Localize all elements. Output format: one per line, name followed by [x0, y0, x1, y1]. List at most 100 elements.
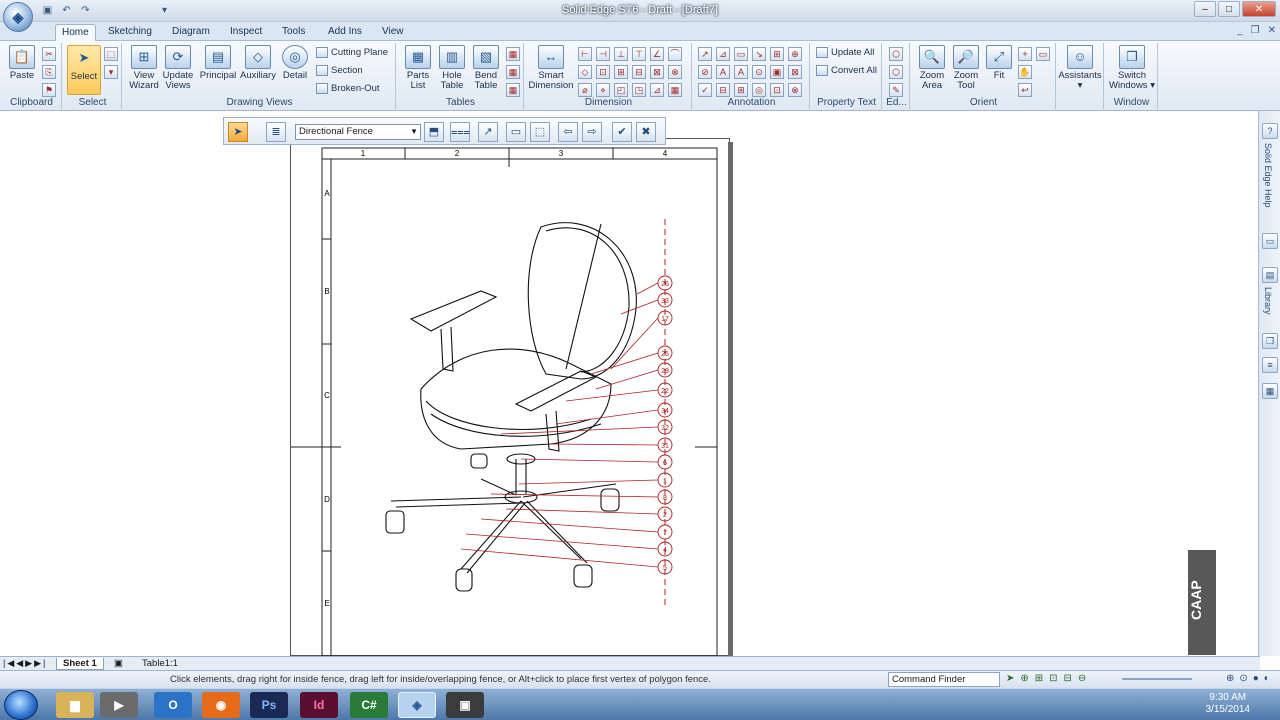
tab-tools[interactable]: Tools	[276, 24, 311, 41]
media-player-icon[interactable]: ▶	[100, 692, 138, 718]
mdi-restore-icon[interactable]: ❐	[1251, 25, 1260, 36]
assistants-button[interactable]: ☺ Assistants ▾	[1058, 45, 1102, 91]
accept-icon[interactable]: ✔	[612, 122, 632, 142]
sheet-nav-arrows-icon[interactable]: |◀◀▶▶|	[3, 658, 47, 669]
pick-icon[interactable]: ↗	[478, 122, 498, 142]
annotation-tool-icon[interactable]: ⊞	[734, 83, 748, 97]
dimension-tool-icon[interactable]: ⊡	[596, 65, 610, 79]
tab-view[interactable]: View	[376, 24, 410, 41]
sheet-tab[interactable]: Sheet 1	[56, 658, 104, 670]
zoom-in-icon[interactable]: +	[1018, 47, 1032, 61]
cancel-icon[interactable]: ✖	[636, 122, 656, 142]
sheet-tab[interactable]: Table1:1	[136, 658, 184, 670]
annotation-tool-icon[interactable]: ⊘	[698, 65, 712, 79]
layers-icon[interactable]: ❐	[1262, 333, 1278, 349]
tab-sketching[interactable]: Sketching	[102, 24, 158, 41]
dimension-tool-icon[interactable]: ⊢	[578, 47, 592, 61]
dimension-tool-icon[interactable]: ◰	[614, 83, 628, 97]
tab-inspect[interactable]: Inspect	[224, 24, 268, 41]
copy-icon[interactable]: ⎘	[42, 65, 56, 79]
view-tools-icons[interactable]: ➤⊕⊞⊡⊟⊖	[1006, 673, 1092, 684]
annotation-tool-icon[interactable]: ▭	[734, 47, 748, 61]
annotation-tool-icon[interactable]: ⊡	[770, 83, 784, 97]
annotation-tool-icon[interactable]: ⊕	[788, 47, 802, 61]
status-tools-icons[interactable]: ⊕⊙●◐	[1226, 673, 1275, 684]
dimension-tool-icon[interactable]: ⌀	[578, 83, 592, 97]
broken-out-button[interactable]: Broken-Out	[316, 82, 380, 96]
outlook-icon[interactable]: O	[154, 692, 192, 718]
smart-dimension-button[interactable]: ↔ Smart Dimension	[528, 45, 574, 91]
help-panel-label[interactable]: Solid Edge Help	[1263, 143, 1273, 208]
cutting-plane-button[interactable]: Cutting Plane	[316, 46, 388, 60]
hole-table-button[interactable]: ▥ Hole Table	[434, 45, 470, 91]
fit-button[interactable]: ⤢ Fit	[984, 45, 1014, 81]
zoom-slider[interactable]	[1122, 678, 1192, 680]
dimension-tool-icon[interactable]: ▦	[668, 83, 682, 97]
table-icon[interactable]: ▦	[506, 47, 520, 61]
application-button[interactable]: ◈	[3, 2, 33, 32]
features-icon[interactable]: ▦	[1262, 383, 1278, 399]
dimension-tool-icon[interactable]: ⋄	[596, 83, 610, 97]
maximize-button[interactable]: □	[1218, 1, 1240, 17]
paste-button[interactable]: 📋 Paste	[6, 45, 38, 81]
dimension-tool-icon[interactable]: ◳	[632, 83, 646, 97]
cut-icon[interactable]: ✂	[42, 47, 56, 61]
format-painter-icon[interactable]: ⚑	[42, 83, 56, 97]
annotation-tool-icon[interactable]: ↘	[752, 47, 766, 61]
help-icon[interactable]: ?	[1262, 123, 1278, 139]
annotation-tool-icon[interactable]: ▣	[770, 65, 784, 79]
dimension-tool-icon[interactable]: ⊗	[668, 65, 682, 79]
library-panel-label[interactable]: Library	[1263, 287, 1273, 315]
tab-add-ins[interactable]: Add Ins	[322, 24, 368, 41]
cube-icon[interactable]: ⬡	[889, 47, 903, 61]
edit-icon[interactable]: ✎	[889, 83, 903, 97]
parts-list-button[interactable]: ▦ Parts List	[400, 45, 436, 91]
convert-all-button[interactable]: Convert All	[816, 64, 877, 78]
rectangle-fence-icon[interactable]: ▭	[506, 122, 526, 142]
principal-button[interactable]: ▤ Principal	[198, 45, 238, 81]
dimension-tool-icon[interactable]: ⊠	[650, 65, 664, 79]
switch-windows-button[interactable]: ❐ Switch Windows ▾	[1108, 45, 1156, 91]
fence-overlap-icon[interactable]: ⬚	[530, 122, 550, 142]
dimension-tool-icon[interactable]: ⊥	[614, 47, 628, 61]
cube-icon[interactable]: ⬡	[889, 65, 903, 79]
system-clock[interactable]: 9:30 AM 3/15/2014	[1206, 692, 1251, 716]
minimize-button[interactable]: –	[1194, 1, 1216, 17]
update-views-button[interactable]: ⟳ Update Views	[160, 45, 196, 91]
options-icon[interactable]: ≣	[266, 122, 286, 142]
window-icon[interactable]: ▭	[1036, 47, 1050, 61]
panel-icon[interactable]: ▭	[1262, 233, 1278, 249]
sheet-tab-icon[interactable]: ▣	[108, 658, 129, 670]
dimension-tool-icon[interactable]: ◇	[578, 65, 592, 79]
app-icon[interactable]: ▣	[446, 692, 484, 718]
photoshop-icon[interactable]: Ps	[250, 692, 288, 718]
previous-view-icon[interactable]: ↩	[1018, 83, 1032, 97]
table-icon[interactable]: ▦	[506, 65, 520, 79]
annotation-tool-icon[interactable]: ⊠	[788, 65, 802, 79]
solid-edge-icon[interactable]: ◈	[398, 692, 436, 718]
annotation-tool-icon[interactable]: ◎	[752, 83, 766, 97]
close-button[interactable]: ✕	[1242, 1, 1276, 17]
drawing-sheet[interactable]: 1 2 3 4 A B C D E 32 31 8 2 5	[290, 138, 730, 657]
dimension-tool-icon[interactable]: ⊟	[632, 65, 646, 79]
explorer-icon[interactable]: ▆	[56, 692, 94, 718]
mdi-minimize-icon[interactable]: _	[1237, 25, 1243, 36]
select-options-icon[interactable]: ⬚	[104, 47, 118, 61]
next-icon[interactable]: ⇨	[582, 122, 602, 142]
tab-home[interactable]: Home	[55, 24, 96, 41]
firefox-icon[interactable]: ◉	[202, 692, 240, 718]
start-button[interactable]	[4, 690, 38, 720]
select-filter-icon[interactable]: ▾	[104, 65, 118, 79]
section-button[interactable]: Section	[316, 64, 363, 78]
select-button[interactable]: ➤ Select	[67, 45, 101, 95]
select-all-icon[interactable]: ⬒	[424, 122, 444, 142]
properties-icon[interactable]: ≡	[1262, 357, 1278, 373]
zoom-tool-button[interactable]: 🔎 Zoom Tool	[948, 45, 984, 91]
auxiliary-button[interactable]: ◇ Auxiliary	[238, 45, 278, 81]
annotation-tool-icon[interactable]: ⊙	[752, 65, 766, 79]
indesign-icon[interactable]: Id	[300, 692, 338, 718]
dimension-tool-icon[interactable]: ⌒	[668, 47, 682, 61]
detail-button[interactable]: ◎ Detail	[278, 45, 312, 81]
select-tool-icon[interactable]: ➤	[228, 122, 248, 142]
update-all-button[interactable]: Update All	[816, 46, 874, 60]
